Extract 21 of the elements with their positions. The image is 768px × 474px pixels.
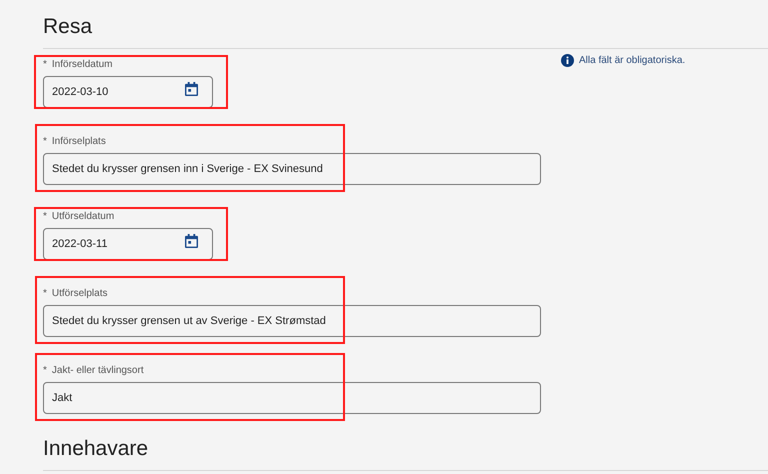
input-field[interactable]: Stedet du krysser grensen ut av Sverige - EX Strømstad — [43, 305, 541, 337]
required-asterisk: * — [43, 211, 47, 223]
required-asterisk: * — [43, 288, 47, 300]
field-label: Införselplats — [52, 136, 106, 148]
required-asterisk: * — [43, 59, 47, 71]
section-heading: Resa — [43, 14, 768, 49]
field-label: Utförseldatum — [52, 211, 114, 223]
input-field[interactable]: Jakt — [43, 382, 541, 414]
section-heading: Innehavare — [43, 436, 768, 471]
field-label: Införseldatum — [52, 59, 112, 71]
required-asterisk: * — [43, 136, 47, 148]
calendar-icon[interactable] — [185, 234, 198, 248]
field-label: Utförselplats — [52, 288, 108, 300]
required-asterisk: * — [43, 365, 47, 377]
date-field[interactable]: 2022-03-10 — [43, 76, 213, 108]
info-icon — [561, 54, 574, 67]
field-label: Jakt- eller tävlingsort — [52, 365, 144, 377]
date-field[interactable]: 2022-03-11 — [43, 228, 213, 260]
input-field[interactable]: Stedet du krysser grensen inn i Sverige - EX Svinesund — [43, 153, 541, 185]
calendar-icon[interactable] — [185, 82, 198, 96]
info-note: Alla fält är obligatoriska. — [579, 54, 686, 68]
